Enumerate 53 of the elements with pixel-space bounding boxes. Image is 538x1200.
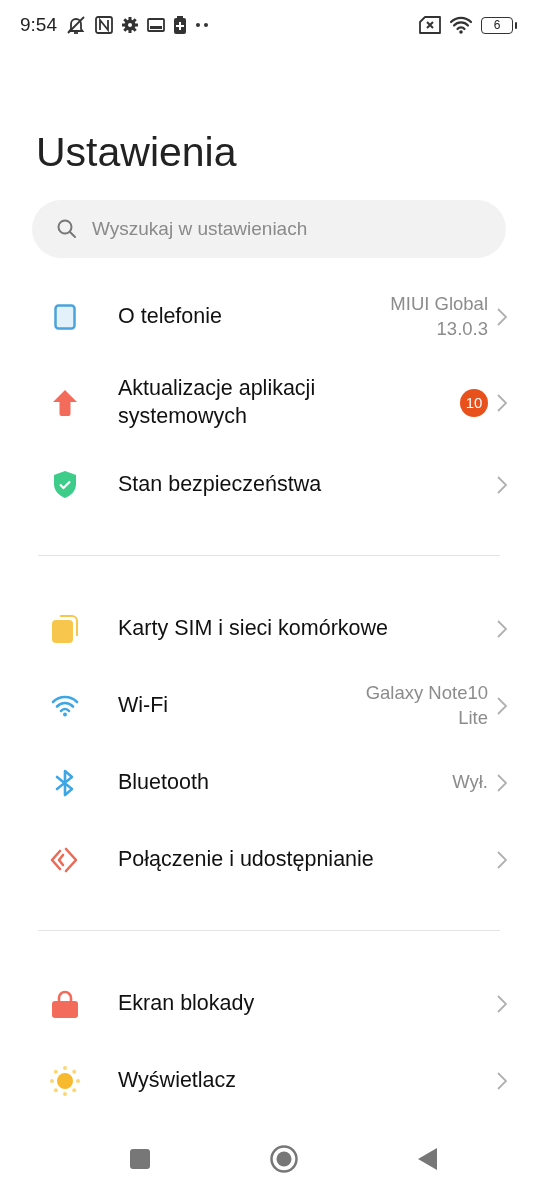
item-label: Połączenie i udostępnianie [118,845,375,873]
chevron-icon [496,474,508,495]
item-label: O telefonie [118,303,223,331]
status-time: 9:54 [20,12,57,37]
nfc-icon [95,16,113,34]
page-title: Ustawienia [36,128,238,176]
item-value: Galaxy Note10 Lite [364,680,488,730]
battery-saver-icon [173,16,187,34]
chevron-icon [496,849,508,870]
settings-item[interactable]: Stan bezpieczeństwa [0,446,538,523]
settings-item[interactable]: Bluetooth Wył. [0,744,538,821]
chevron-icon [496,307,508,327]
share-icon [50,846,80,873]
settings-item[interactable]: O telefonie MIUI Global 13.0.3 [0,274,538,360]
item-value: MIUI Global 13.0.3 [389,292,488,341]
up-arrow-icon [53,390,77,416]
chevron-icon [496,618,508,639]
settings-item[interactable]: Karty SIM i sieci komórkowe [0,590,538,667]
item-label: Aktualizacje aplikacji systemowych [118,375,317,430]
item-label: Wi-Fi [118,691,170,719]
settings-item[interactable]: Aktualizacje aplikacji systemowych 10 [0,360,538,446]
home-icon[interactable] [270,1145,298,1173]
sun-icon [50,1065,80,1096]
back-icon[interactable] [418,1148,438,1170]
settings-item[interactable]: Wi-Fi Galaxy Note10 Lite [0,667,538,744]
settings-item[interactable]: Połączenie i udostępnianie [0,821,538,898]
sim-card-icon [52,614,78,643]
bluetooth-icon [54,768,76,797]
item-label: Ekran blokady [118,989,256,1017]
wifi-icon [51,694,79,717]
lock-icon [52,989,78,1018]
item-label: Stan bezpieczeństwa [118,470,323,498]
chevron-icon [496,772,508,793]
settings-item[interactable]: Wyświetlacz [0,1042,538,1119]
search-field[interactable]: Wyszukaj w ustawieniach [32,200,506,258]
item-label: Karty SIM i sieci komórkowe [118,614,389,642]
settings-item[interactable]: Ekran blokady [0,965,538,1042]
item-label: Bluetooth [118,768,210,796]
gear-icon [121,16,139,34]
wifi-icon [449,16,473,34]
chevron-icon [496,393,508,413]
muted-bell-icon [65,15,87,35]
phone-icon [54,304,76,330]
screen-icon [147,18,165,32]
count-badge: 10 [460,389,488,417]
no-sim-icon [419,16,441,34]
chevron-icon [496,993,508,1014]
more-icon [195,22,209,28]
chevron-icon [496,1070,508,1091]
item-label: Wyświetlacz [118,1066,238,1094]
shield-check-icon [53,471,77,498]
chevron-icon [496,695,508,716]
item-value: Wył. [452,770,488,794]
